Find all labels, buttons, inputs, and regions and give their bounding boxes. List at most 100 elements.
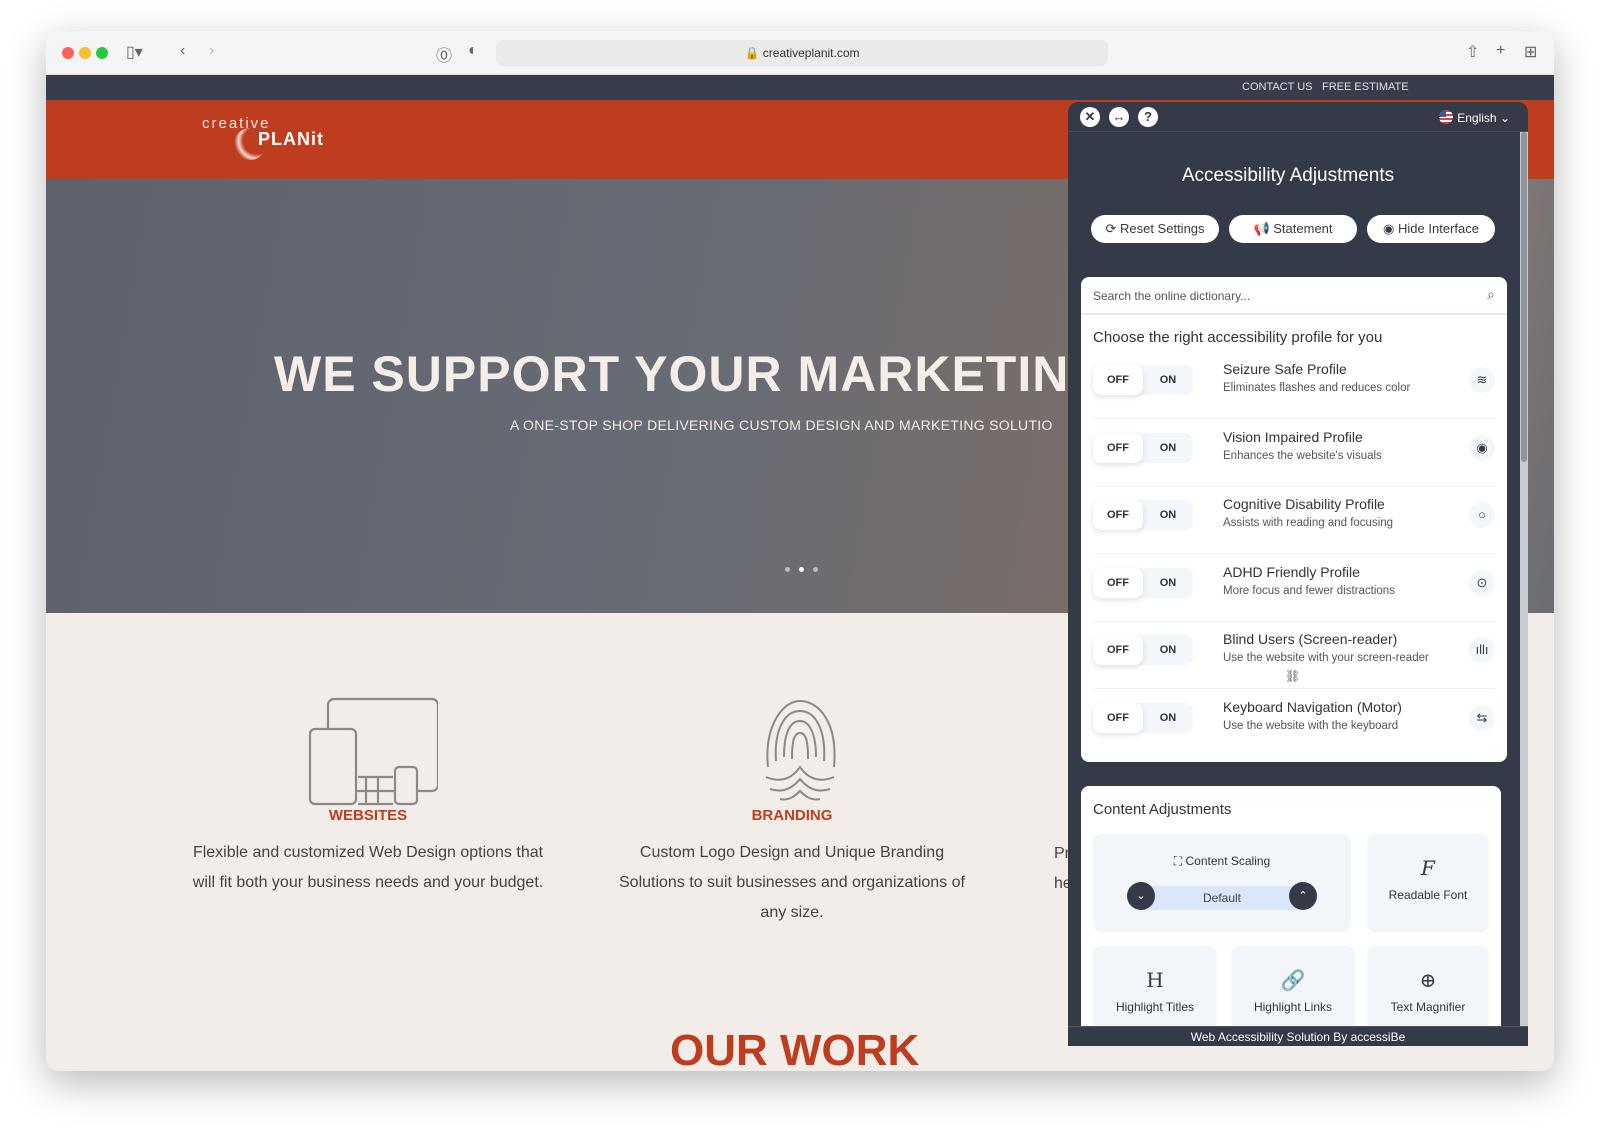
address-bar[interactable]: 🔒 creativeplanit.com [496, 40, 1108, 66]
profile-toggle[interactable]: OFF ON [1093, 432, 1193, 463]
move-panel-button[interactable]: ↔ [1109, 107, 1129, 127]
hero-title: WE SUPPORT YOUR MARKETIN [274, 346, 1070, 402]
profile-toggle[interactable]: OFF ON [1093, 635, 1193, 665]
service-websites: WEBSITES Flexible and customized Web Des… [192, 807, 544, 891]
profile-icon: ⊙ [1469, 569, 1495, 596]
help-button[interactable]: ? [1138, 107, 1158, 127]
us-flag-icon [1439, 110, 1454, 124]
profile-icon: ıllı [1469, 637, 1495, 663]
panel-header: ✕ ↔ ? English ⌄ [1068, 102, 1528, 132]
devices-icon [308, 697, 438, 806]
toggle-on[interactable]: ON [1143, 365, 1193, 395]
profile-description: Enhances the website's visuals [1223, 449, 1382, 462]
profile-name: ADHD Friendly Profile [1223, 563, 1360, 580]
profile-description: Eliminates flashes and reduces color [1223, 382, 1411, 394]
toggle-off[interactable]: OFF [1093, 635, 1143, 665]
dictionary-search-input[interactable]: Search the online dictionary... ⌕ [1081, 277, 1507, 315]
font-icon: F [1421, 856, 1435, 880]
profile-icon: ○ [1469, 502, 1495, 528]
profile-description: Use the website with the keyboard [1223, 719, 1399, 732]
toggle-on[interactable]: ON [1143, 568, 1193, 598]
toggle-on[interactable]: ON [1143, 500, 1193, 530]
profile-icon: ≋ [1469, 367, 1495, 393]
profile-row: OFF ON Cognitive Disability Profile Assis… [1093, 488, 1495, 554]
browser-toolbar: ▯▾ ‹ › ⓪ ◐ 🔒 creativeplanit.com ⇧ + ⊞ [46, 31, 1554, 75]
panel-footer[interactable]: Web Accessibility Solution By accessiBe [1068, 1026, 1528, 1046]
toggle-off[interactable]: OFF [1093, 365, 1143, 395]
expand-icon: ⛶ [1173, 854, 1183, 868]
toggle-on[interactable]: ON [1143, 703, 1193, 733]
content-scaling-tile: ⛶ Content Scaling Default ⌄ ⌃ [1093, 834, 1351, 932]
profile-toggle[interactable]: OFF ON [1093, 365, 1193, 395]
slide-dot[interactable] [785, 567, 790, 572]
contact-us-link[interactable]: CONTACT US [1242, 81, 1313, 93]
profile-toggle[interactable]: OFF ON [1093, 567, 1193, 598]
profile-icon: ⇆ [1469, 704, 1495, 731]
site-topbar: CONTACT US FREE ESTIMATE [46, 75, 1554, 100]
content-scaling-value: Default [1141, 886, 1303, 910]
profile-description: Use the website with your screen-reader [1223, 652, 1429, 664]
fingerprint-icon [765, 699, 836, 801]
reset-icon: ⟳ [1105, 221, 1117, 236]
hero-subtitle: A ONE-STOP SHOP DELIVERING CUSTOM DESIGN… [510, 417, 1053, 433]
language-select[interactable]: English ⌄ [1439, 110, 1510, 125]
toggle-off[interactable]: OFF [1093, 567, 1143, 598]
toggle-off[interactable]: OFF [1093, 500, 1143, 530]
shield-icon[interactable]: ◐ [468, 42, 478, 60]
password-icon[interactable]: ⓪ [436, 42, 452, 66]
share-icon[interactable]: ⇧ [1466, 42, 1479, 62]
tab-overview-icon[interactable]: ⊞ [1524, 42, 1537, 62]
megaphone-icon: 📢 [1253, 221, 1270, 236]
search-icon[interactable]: ⌕ [1487, 287, 1495, 301]
profile-name: Keyboard Navigation (Motor) [1223, 698, 1402, 715]
accessibility-panel: ✕ ↔ ? English ⌄ Accessibility Adjustment… [1068, 102, 1528, 1046]
close-window-button[interactable] [62, 47, 74, 59]
profile-description: Assists with reading and focusing [1223, 517, 1394, 529]
free-estimate-link[interactable]: FREE ESTIMATE [1322, 81, 1409, 93]
panel-scrollbar[interactable] [1520, 132, 1528, 1046]
content-adjustments-heading: Content Adjustments [1093, 801, 1232, 818]
service-branding: BRANDING Custom Logo Design and Unique B… [619, 807, 965, 921]
slide-dot-active[interactable] [799, 567, 804, 572]
increase-scaling-button[interactable]: ⌃ [1289, 882, 1317, 910]
profile-name: Seizure Safe Profile [1223, 361, 1347, 377]
close-panel-button[interactable]: ✕ [1080, 107, 1100, 127]
link-icon: ⛓ [1281, 669, 1305, 683]
toggle-off[interactable]: OFF [1093, 702, 1143, 733]
scrollbar-thumb[interactable] [1521, 132, 1527, 462]
link-icon: 🔗 [1280, 968, 1306, 992]
reset-settings-button[interactable]: ⟳ Reset Settings [1091, 215, 1219, 243]
profile-name: Cognitive Disability Profile [1223, 496, 1385, 512]
profiles-heading: Choose the right accessibility profile f… [1093, 329, 1383, 346]
profile-row: OFF ON ADHD Friendly Profile More focus a… [1093, 556, 1495, 622]
profile-description: More focus and fewer distractions [1223, 584, 1395, 597]
toggle-on[interactable]: ON [1143, 635, 1193, 665]
decrease-scaling-button[interactable]: ⌄ [1127, 882, 1155, 910]
profiles-card: Search the online dictionary... ⌕ Choose … [1081, 277, 1507, 762]
eye-slash-icon: ◉ [1383, 221, 1395, 236]
zoom-window-button[interactable] [96, 47, 108, 59]
magnifier-icon: ⊕ [1419, 968, 1437, 992]
profile-name: Vision Impaired Profile [1223, 428, 1363, 445]
profile-icon: ◉ [1469, 434, 1495, 461]
slide-dot[interactable] [813, 567, 818, 572]
toggle-on[interactable]: ON [1143, 433, 1193, 463]
minimize-window-button[interactable] [79, 47, 91, 59]
statement-button[interactable]: 📢 Statement [1229, 215, 1357, 243]
profile-toggle[interactable]: OFF ON [1093, 702, 1193, 733]
forward-icon[interactable]: › [209, 42, 214, 60]
hide-interface-button[interactable]: ◉ Hide Interface [1367, 215, 1495, 243]
profile-row: OFF ON Vision Impaired Profile Enhances t… [1093, 421, 1495, 487]
toggle-off[interactable]: OFF [1093, 432, 1143, 463]
profile-row: OFF ON Keyboard Navigation (Motor) Use th… [1093, 691, 1495, 757]
readable-font-tile[interactable]: F Readable Font [1367, 834, 1489, 932]
new-tab-icon[interactable]: + [1496, 42, 1505, 60]
heading-icon: H [1146, 968, 1164, 992]
profile-row: OFF ON Seizure Safe Profile Eliminates fl… [1093, 353, 1495, 419]
panel-title: Accessibility Adjustments [1181, 165, 1395, 186]
back-icon[interactable]: ‹ [180, 42, 185, 60]
profile-name: Blind Users (Screen-reader) [1223, 631, 1398, 647]
profile-toggle[interactable]: OFF ON [1093, 500, 1193, 530]
url-text: creativeplanit.com [762, 46, 860, 60]
sidebar-icon[interactable]: ▯▾ [126, 42, 143, 62]
